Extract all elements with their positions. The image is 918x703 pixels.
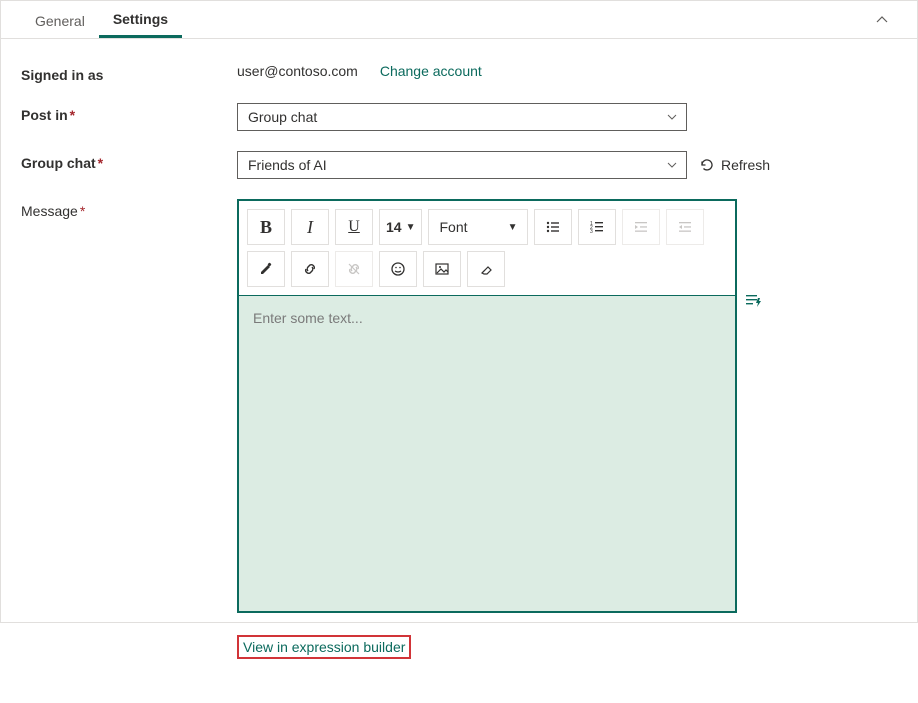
dynamic-content-button[interactable] [745, 291, 763, 309]
eraser-icon [478, 261, 494, 277]
font-family-value: Font [439, 219, 467, 235]
editor-wrap: B I U 14 ▼ Font ▼ 123 [237, 199, 737, 613]
required-asterisk: * [70, 107, 75, 123]
signed-in-email: user@contoso.com [237, 63, 358, 79]
label-post-in-text: Post in [21, 107, 68, 123]
label-group-chat-text: Group chat [21, 155, 96, 171]
unlink-icon [346, 261, 362, 277]
lightning-icon [745, 291, 763, 309]
indent-icon [677, 219, 693, 235]
underline-button[interactable]: U [335, 209, 373, 245]
post-in-value: Group chat [248, 109, 317, 125]
row-group-chat: Group chat* Friends of AI Refresh [21, 151, 897, 179]
chevron-down-icon [666, 159, 678, 171]
required-asterisk: * [80, 203, 85, 219]
svg-text:3: 3 [590, 229, 593, 235]
emoji-icon [390, 261, 406, 277]
rich-text-editor: B I U 14 ▼ Font ▼ 123 [237, 199, 737, 613]
eyedropper-icon [258, 261, 274, 277]
bullet-list-button[interactable] [534, 209, 572, 245]
underline-icon: U [348, 218, 360, 236]
chevron-up-icon [875, 13, 889, 27]
font-size-select[interactable]: 14 ▼ [379, 209, 422, 245]
numbered-list-button[interactable]: 123 [578, 209, 616, 245]
font-size-value: 14 [386, 219, 402, 235]
image-button[interactable] [423, 251, 461, 287]
refresh-label: Refresh [721, 157, 770, 173]
change-account-link[interactable]: Change account [380, 63, 482, 79]
outdent-button [622, 209, 660, 245]
link-button[interactable] [291, 251, 329, 287]
font-family-select[interactable]: Font ▼ [428, 209, 528, 245]
bold-button[interactable]: B [247, 209, 285, 245]
refresh-button[interactable]: Refresh [699, 157, 770, 173]
field-signed-in: user@contoso.com Change account [237, 63, 897, 79]
tab-settings[interactable]: Settings [99, 1, 182, 38]
label-signed-in: Signed in as [21, 63, 237, 83]
caret-down-icon: ▼ [508, 222, 518, 233]
link-icon [302, 261, 318, 277]
label-message: Message* [21, 199, 237, 219]
settings-content: Signed in as user@contoso.com Change acc… [1, 39, 917, 703]
numbered-list-icon: 123 [589, 219, 605, 235]
italic-button[interactable]: I [291, 209, 329, 245]
eyedropper-button[interactable] [247, 251, 285, 287]
tab-general[interactable]: General [21, 3, 99, 37]
bullet-list-icon [545, 219, 561, 235]
post-in-select[interactable]: Group chat [237, 103, 687, 131]
unlink-button [335, 251, 373, 287]
refresh-icon [699, 157, 715, 173]
image-icon [434, 261, 450, 277]
editor-toolbar: B I U 14 ▼ Font ▼ 123 [239, 201, 735, 295]
required-asterisk: * [98, 155, 103, 171]
tabs-bar: General Settings [1, 1, 917, 39]
caret-down-icon: ▼ [406, 222, 416, 233]
emoji-button[interactable] [379, 251, 417, 287]
chevron-down-icon [666, 111, 678, 123]
group-chat-value: Friends of AI [248, 157, 327, 173]
field-message: B I U 14 ▼ Font ▼ 123 [237, 199, 897, 659]
indent-button [666, 209, 704, 245]
bold-icon: B [260, 217, 272, 238]
label-message-text: Message [21, 203, 78, 219]
editor-textarea[interactable]: Enter some text... [239, 295, 735, 611]
row-message: Message* B I U 14 ▼ Font ▼ 123 [21, 199, 897, 659]
collapse-chevron[interactable] [867, 5, 897, 35]
row-signed-in: Signed in as user@contoso.com Change acc… [21, 63, 897, 83]
eraser-button[interactable] [467, 251, 505, 287]
group-chat-select[interactable]: Friends of AI [237, 151, 687, 179]
row-post-in: Post in* Group chat [21, 103, 897, 131]
italic-icon: I [307, 217, 313, 238]
field-post-in: Group chat [237, 103, 897, 131]
label-post-in: Post in* [21, 103, 237, 123]
label-group-chat: Group chat* [21, 151, 237, 171]
outdent-icon [633, 219, 649, 235]
field-group-chat: Friends of AI Refresh [237, 151, 897, 179]
expression-builder-link[interactable]: View in expression builder [237, 635, 411, 659]
